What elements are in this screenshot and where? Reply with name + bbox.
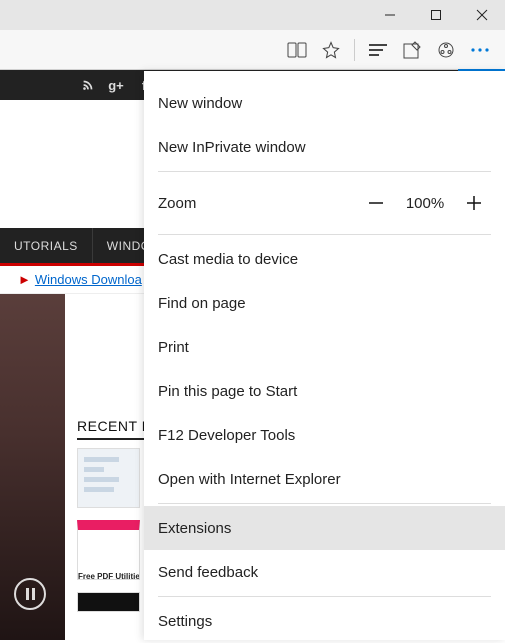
menu-find[interactable]: Find on page [144,281,505,325]
menu-extensions[interactable]: Extensions [144,506,505,550]
menu-divider [158,234,491,235]
reading-view-icon[interactable] [280,33,314,67]
recent-thumb-1[interactable] [77,448,140,508]
menu-new-window[interactable]: New window [144,81,505,125]
menu-pin[interactable]: Pin this page to Start [144,369,505,413]
menu-divider [158,171,491,172]
favorite-star-icon[interactable] [314,33,348,67]
rss-icon[interactable] [80,77,96,93]
menu-new-inprivate[interactable]: New InPrivate window [144,125,505,169]
zoom-in-button[interactable] [457,186,491,220]
share-icon[interactable] [429,33,463,67]
window-close-button[interactable] [459,0,505,30]
browser-toolbar [0,30,505,70]
menu-divider [158,596,491,597]
menu-f12[interactable]: F12 Developer Tools [144,413,505,457]
window-titlebar [0,0,505,30]
window-minimize-button[interactable] [367,0,413,30]
more-actions-menu: New window New InPrivate window Zoom 100… [144,71,505,640]
recent-thumb-2-label: Free PDF Utilities [78,572,140,580]
breaking-link[interactable]: Windows Downloa [35,272,142,287]
recent-thumb-2[interactable]: Free PDF Utilities [77,520,140,580]
hub-icon[interactable] [361,33,395,67]
google-plus-icon[interactable]: g+ [108,77,124,93]
pause-icon[interactable] [14,578,46,610]
menu-cast[interactable]: Cast media to device [144,237,505,281]
menu-zoom-label: Zoom [158,195,196,212]
menu-feedback[interactable]: Send feedback [144,550,505,594]
menu-zoom-row: Zoom 100% [144,174,505,232]
zoom-value: 100% [403,195,447,212]
menu-open-ie[interactable]: Open with Internet Explorer [144,457,505,501]
toolbar-separator [354,39,355,61]
menu-print[interactable]: Print [144,325,505,369]
more-actions-button[interactable] [463,33,497,67]
recent-thumb-3[interactable] [77,592,140,612]
web-note-icon[interactable] [395,33,429,67]
video-strip[interactable] [0,294,65,640]
nav-tab-tutorials[interactable]: UTORIALS [0,228,93,263]
zoom-out-button[interactable] [359,186,393,220]
breaking-arrow-icon: ► [18,272,31,287]
window-maximize-button[interactable] [413,0,459,30]
menu-divider [158,503,491,504]
menu-settings[interactable]: Settings [144,599,505,643]
